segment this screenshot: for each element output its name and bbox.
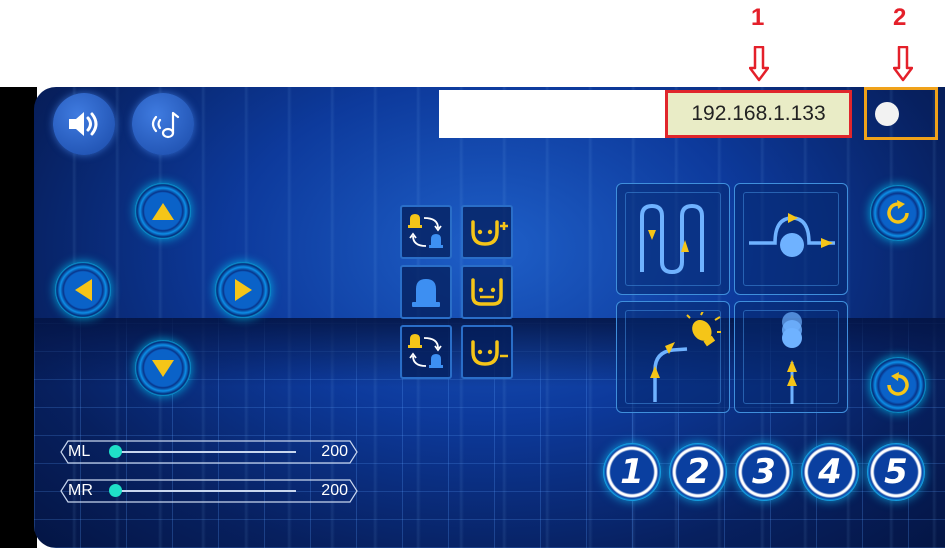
ip-address-field[interactable]: 192.168.1.133 bbox=[665, 90, 852, 138]
smile-minus-icon bbox=[471, 340, 508, 366]
slider-value: 200 bbox=[321, 443, 348, 460]
speaker-icon bbox=[69, 112, 98, 136]
slider-track[interactable] bbox=[110, 490, 296, 492]
slider-track[interactable] bbox=[110, 451, 296, 453]
annotation-label-2: 2 bbox=[893, 4, 907, 31]
obstacle-avoid-mode-button[interactable] bbox=[734, 183, 848, 295]
siren-flash-button[interactable] bbox=[400, 205, 452, 259]
rotate-counterclockwise-icon bbox=[887, 372, 909, 396]
smile-plus-button[interactable] bbox=[461, 205, 513, 259]
neutral-face-icon bbox=[471, 278, 503, 306]
rotate-clockwise-button[interactable] bbox=[870, 185, 926, 241]
right-motor-slider[interactable]: MR 200 bbox=[60, 479, 358, 503]
toggle-knob bbox=[875, 101, 899, 126]
light-seek-mode-button[interactable] bbox=[616, 301, 730, 413]
preset-button-4[interactable]: 4 bbox=[801, 443, 859, 501]
annotation-arrow-1-icon bbox=[749, 46, 769, 82]
siren-cycle-icon bbox=[408, 214, 443, 248]
siren-flash-button-2[interactable] bbox=[400, 325, 452, 379]
screen-edge bbox=[0, 87, 37, 548]
smile-minus-button[interactable] bbox=[461, 325, 513, 379]
slider-label: MR bbox=[68, 482, 93, 499]
connection-toggle[interactable] bbox=[864, 87, 938, 140]
slider-thumb[interactable] bbox=[109, 445, 122, 458]
backward-button[interactable] bbox=[135, 340, 191, 396]
slider-value: 200 bbox=[321, 482, 348, 499]
music-button[interactable] bbox=[132, 93, 194, 155]
slider-thumb[interactable] bbox=[109, 484, 122, 497]
preset-button-3[interactable]: 3 bbox=[735, 443, 793, 501]
neutral-face-button[interactable] bbox=[461, 265, 513, 319]
follow-object-icon bbox=[782, 312, 802, 404]
music-note-icon bbox=[151, 111, 180, 139]
smile-plus-icon bbox=[471, 220, 508, 246]
arrow-left-icon bbox=[74, 279, 92, 301]
sound-button[interactable] bbox=[53, 93, 115, 155]
follow-mode-button[interactable] bbox=[734, 301, 848, 413]
robot-control-panel: 192.168.1.133 ML 200 MR 200 1 2 3 4 5 bbox=[34, 87, 945, 548]
light-seek-icon bbox=[650, 312, 721, 402]
obstacle-avoid-icon bbox=[749, 213, 835, 257]
arrow-right-icon bbox=[234, 279, 252, 301]
arrow-up-icon bbox=[152, 202, 174, 220]
preset-button-1[interactable]: 1 bbox=[603, 443, 661, 501]
ip-input-blank-area[interactable] bbox=[439, 90, 665, 138]
annotation-arrow-2-icon bbox=[893, 46, 913, 82]
rotate-counterclockwise-button[interactable] bbox=[870, 357, 926, 413]
annotation-label-1: 1 bbox=[751, 4, 765, 31]
siren-cycle-icon bbox=[408, 334, 443, 368]
slider-label: ML bbox=[68, 443, 91, 460]
right-button[interactable] bbox=[215, 262, 271, 318]
left-button[interactable] bbox=[55, 262, 111, 318]
forward-button[interactable] bbox=[135, 183, 191, 239]
siren-button[interactable] bbox=[400, 265, 452, 319]
arrow-down-icon bbox=[152, 359, 174, 377]
siren-icon bbox=[412, 279, 440, 307]
preset-button-2[interactable]: 2 bbox=[669, 443, 727, 501]
preset-button-5[interactable]: 5 bbox=[867, 443, 925, 501]
zigzag-path-icon bbox=[640, 203, 704, 275]
left-motor-slider[interactable]: ML 200 bbox=[60, 440, 358, 464]
line-follow-mode-button[interactable] bbox=[616, 183, 730, 295]
rotate-clockwise-icon bbox=[887, 200, 909, 224]
